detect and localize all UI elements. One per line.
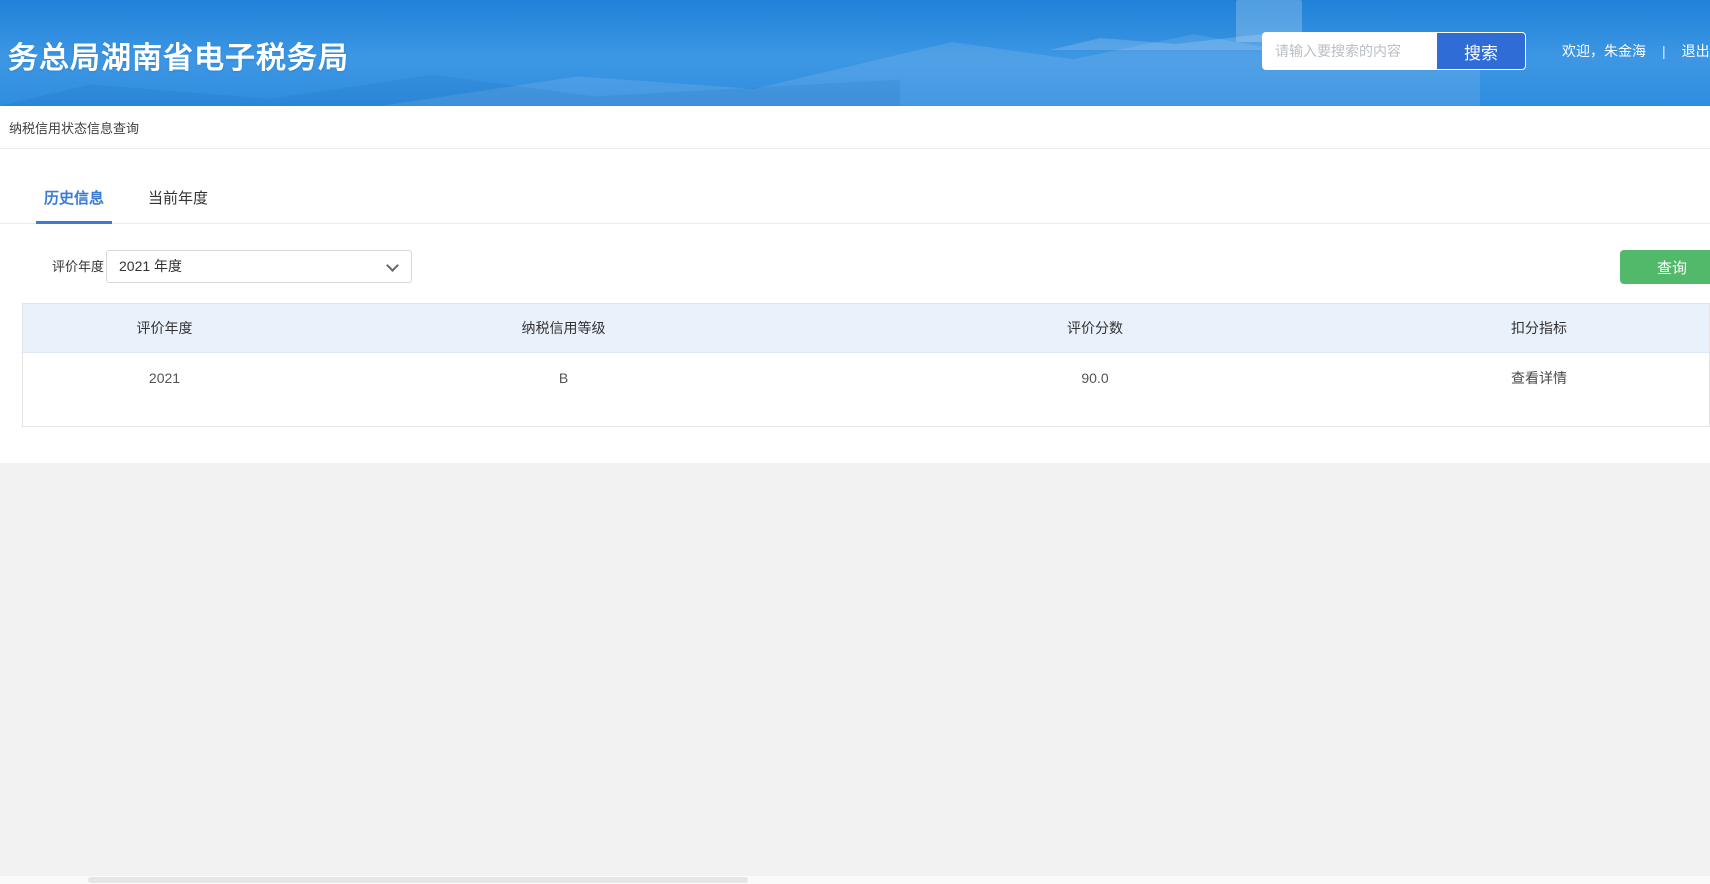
breadcrumb-bar: 纳税信用状态信息查询 [0, 106, 1710, 149]
welcome-text: 欢迎，朱金海 [1562, 41, 1646, 61]
table-header-row: 评价年度 纳税信用等级 评价分数 扣分指标 [23, 304, 1709, 352]
col-header-evaluation-score: 评价分数 [821, 304, 1369, 352]
col-header-deduction-indicator: 扣分指标 [1369, 304, 1709, 352]
search-button[interactable]: 搜索 [1437, 33, 1525, 69]
scrollbar-thumb[interactable] [88, 877, 748, 883]
chevron-down-icon [386, 259, 399, 272]
credit-table-card: 评价年度 纳税信用等级 评价分数 扣分指标 2021 B 90.0 查看详情 [22, 303, 1710, 427]
evaluation-year-select[interactable]: 2021 年度 [106, 250, 412, 283]
user-area: 欢迎，朱金海 | 退出 [1562, 32, 1710, 70]
query-button[interactable]: 查询 [1620, 250, 1710, 284]
page-background [0, 463, 1710, 884]
credit-table: 评价年度 纳税信用等级 评价分数 扣分指标 2021 B 90.0 查看详情 [23, 304, 1709, 404]
query-form: 评价年度： 2021 年度 查询 [0, 250, 1710, 284]
cell-credit-level: B [306, 352, 821, 404]
cell-evaluation-year: 2021 [23, 352, 306, 404]
tab-history-info[interactable]: 历史信息 [36, 187, 112, 224]
site-title: 务总局湖南省电子税务局 [8, 33, 349, 77]
main-content: 历史信息 当前年度 评价年度： 2021 年度 查询 评价年度 纳税信用等级 [0, 149, 1710, 463]
breadcrumb: 纳税信用状态信息查询 [9, 118, 139, 137]
page: 务总局湖南省电子税务局 搜索 欢迎，朱金海 | 退出 纳税信用状态信息查询 历史… [0, 0, 1710, 884]
search-input[interactable] [1263, 33, 1437, 69]
col-header-credit-level: 纳税信用等级 [306, 304, 821, 352]
horizontal-scrollbar[interactable] [0, 876, 1710, 884]
header-search: 搜索 [1262, 32, 1526, 70]
site-header: 务总局湖南省电子税务局 搜索 欢迎，朱金海 | 退出 [0, 0, 1710, 106]
logout-link[interactable]: 退出 [1682, 41, 1710, 61]
cell-evaluation-score: 90.0 [821, 352, 1369, 404]
tabs: 历史信息 当前年度 [0, 187, 1710, 224]
evaluation-year-value: 2021 年度 [119, 258, 182, 274]
col-header-evaluation-year: 评价年度 [23, 304, 306, 352]
view-detail-link[interactable]: 查看详情 [1511, 370, 1567, 386]
user-separator: | [1662, 43, 1666, 59]
table-row: 2021 B 90.0 查看详情 [23, 352, 1709, 404]
tab-current-year[interactable]: 当前年度 [140, 187, 216, 224]
